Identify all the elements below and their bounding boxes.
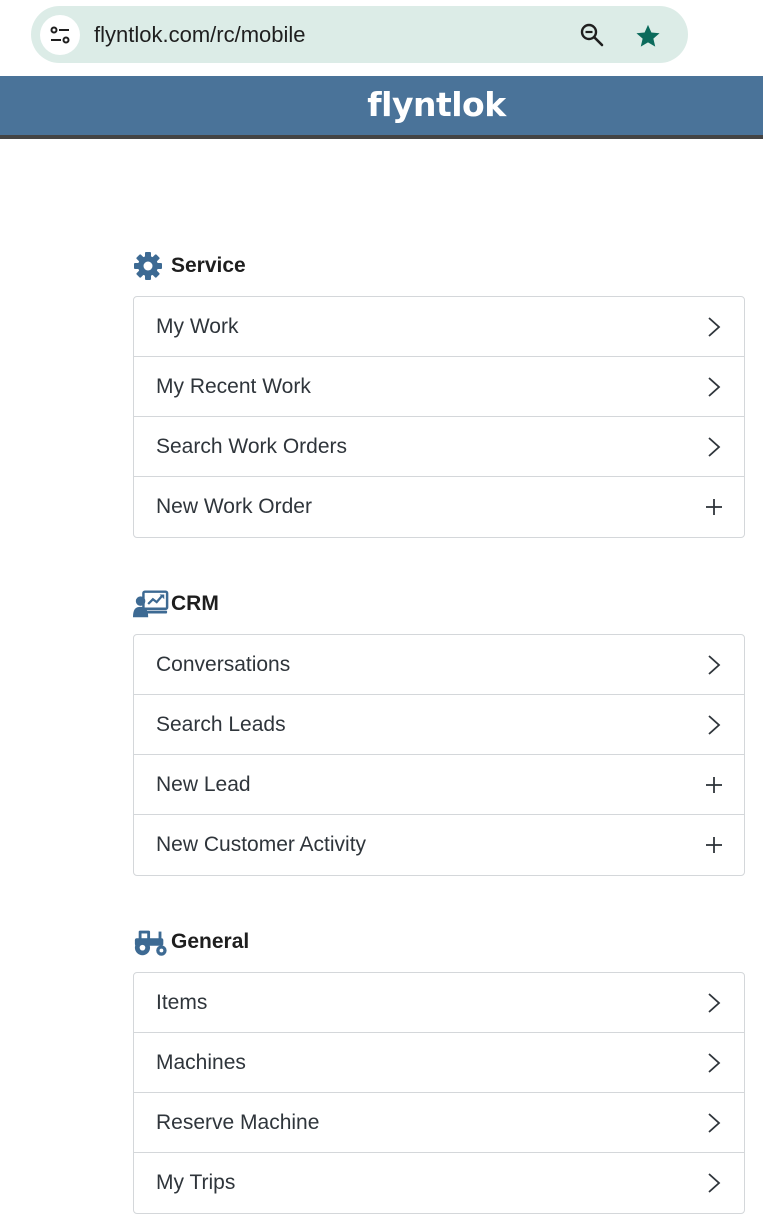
menu-item-reserve-machine[interactable]: Reserve Machine [134,1093,744,1153]
menu-item-new-lead[interactable]: New Lead [134,755,744,815]
bookmark-button[interactable] [632,20,664,52]
general-section: General Items Machines Reserve Machine M… [133,922,745,1214]
chevron-right-icon [704,1112,724,1134]
star-icon [636,24,660,47]
zoom-button[interactable] [577,20,607,50]
menu-item-label: Machines [156,1050,246,1074]
plus-icon [704,834,724,856]
section-title: CRM [171,592,219,615]
menu-item-my-work[interactable]: My Work [134,297,744,357]
menu-item-label: New Customer Activity [156,833,367,856]
menu-item-new-customer-activity[interactable]: New Customer Activity [134,815,744,875]
browser-toolbar: flyntlok.com/rc/mobile [0,0,763,76]
plus-icon [704,774,724,796]
section-title: Service [171,254,246,277]
chevron-right-icon [704,1172,724,1194]
menu-item-label: New Work Order [156,495,312,518]
chevron-right-icon [704,316,724,338]
plus-icon [704,496,724,518]
tractor-icon [133,926,169,958]
site-info-button[interactable] [40,15,80,55]
chevron-right-icon [704,714,724,736]
crm-section: CRM Conversations Search Leads New Lead … [133,584,745,876]
menu-item-label: Search Leads [156,712,286,736]
menu-item-search-work-orders[interactable]: Search Work Orders [134,417,744,477]
menu-item-machines[interactable]: Machines [134,1033,744,1093]
menu-item-my-recent-work[interactable]: My Recent Work [134,357,744,417]
address-bar[interactable]: flyntlok.com/rc/mobile [31,6,688,63]
menu-item-items[interactable]: Items [134,973,744,1033]
service-section: Service My Work My Recent Work Search Wo… [133,246,745,538]
tune-icon [50,26,70,44]
chevron-right-icon [704,376,724,398]
menu-item-label: My Recent Work [156,374,311,398]
menu-item-my-trips[interactable]: My Trips [134,1153,744,1213]
menu-item-label: Reserve Machine [156,1110,320,1134]
presenter-chart-icon [133,588,169,620]
section-header: CRM [133,584,745,624]
section-header: General [133,922,745,962]
section-header: Service [133,246,745,286]
flyntlok-logo[interactable]: flyntlok [367,85,506,124]
zoom-out-icon [580,23,604,47]
menu-item-label: New Lead [156,772,251,796]
menu-item-search-leads[interactable]: Search Leads [134,695,744,755]
menu-item-label: Items [156,990,208,1014]
crm-menu-list: Conversations Search Leads New Lead New … [133,634,745,876]
chevron-right-icon [704,1052,724,1074]
service-menu-list: My Work My Recent Work Search Work Order… [133,296,745,538]
menu-item-label: Search Work Orders [156,434,347,458]
app-header: flyntlok [0,76,763,139]
menu-item-conversations[interactable]: Conversations [134,635,744,695]
url-text[interactable]: flyntlok.com/rc/mobile [94,6,306,63]
menu-item-new-work-order[interactable]: New Work Order [134,477,744,537]
gear-icon [133,250,169,282]
menu-item-label: My Trips [156,1171,236,1194]
section-title: General [171,930,250,953]
chevron-right-icon [704,436,724,458]
general-menu-list: Items Machines Reserve Machine My Trips [133,972,745,1214]
menu-item-label: Conversations [156,652,291,676]
menu-item-label: My Work [156,314,239,338]
chevron-right-icon [704,992,724,1014]
chevron-right-icon [704,654,724,676]
